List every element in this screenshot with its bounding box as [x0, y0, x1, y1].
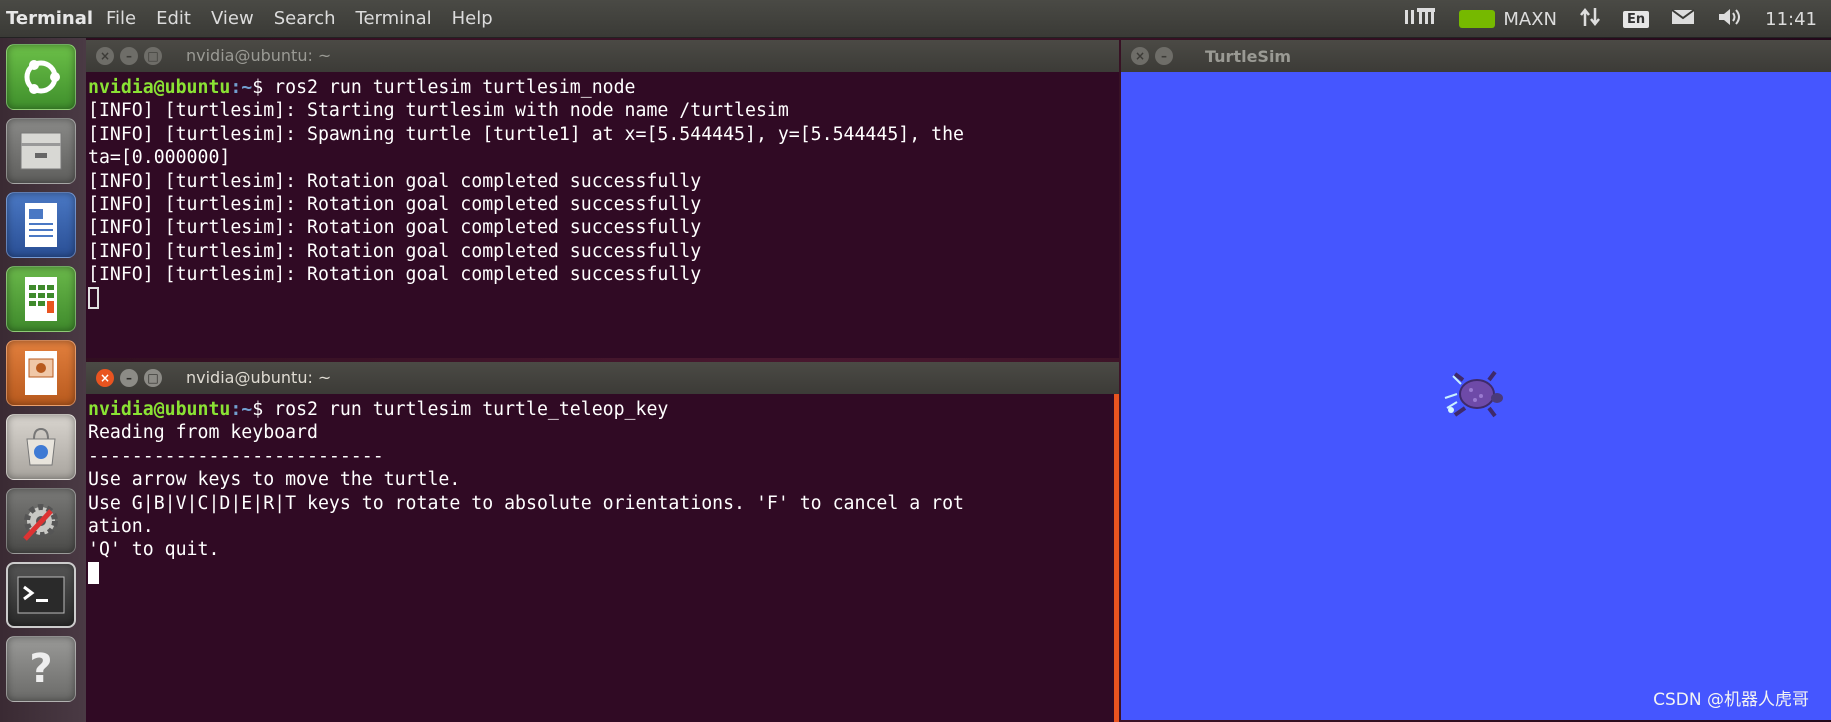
turtle-icon [1444, 370, 1503, 418]
minimize-icon[interactable]: – [120, 47, 138, 65]
prompt-path: :~ [230, 77, 253, 98]
output-line: [INFO] [turtlesim]: Rotation goal comple… [88, 170, 702, 192]
spreadsheet-icon [25, 277, 57, 321]
terminal-window-teleop-key[interactable]: × – □ nvidia@ubuntu: ~ nvidia@ubuntu:~$ … [86, 362, 1119, 722]
terminal-launcher-button[interactable] [6, 562, 76, 628]
window-title: nvidia@ubuntu: ~ [186, 368, 332, 388]
software-center-button[interactable] [6, 414, 76, 480]
file-cabinet-icon [20, 132, 62, 170]
window-title: nvidia@ubuntu: ~ [186, 46, 332, 66]
prompt-user: nvidia@ubuntu [88, 399, 231, 420]
power-mode-label: MAXN [1503, 8, 1557, 30]
output-line: ta=[0.000000] [88, 147, 231, 169]
output-line: 'Q' to quit. [88, 539, 220, 561]
menu-search[interactable]: Search [264, 8, 346, 29]
nvidia-icon [1459, 10, 1496, 28]
top-panel: Terminal File Edit View Search Terminal … [0, 0, 1831, 38]
turtlesim-window[interactable]: × – TurtleSim CSDN @机器人虎哥 [1121, 40, 1831, 720]
output-line: Use arrow keys to move the turtle. [88, 469, 461, 491]
calc-button[interactable] [6, 266, 76, 332]
watermark: CSDN @机器人虎哥 [1653, 690, 1809, 710]
prompt-user: nvidia@ubuntu [88, 77, 231, 98]
files-button[interactable] [6, 118, 76, 184]
output-line: Use G|B|V|C|D|E|R|T keys to rotate to ab… [88, 492, 964, 514]
terminal-window-turtlesim-node[interactable]: × – □ nvidia@ubuntu: ~ nvidia@ubuntu:~$ … [86, 40, 1119, 358]
prompt-path: :~ [230, 399, 253, 420]
question-mark-icon: ? [29, 646, 53, 692]
window-title: TurtleSim [1205, 46, 1292, 66]
turtlesim-canvas[interactable]: CSDN @机器人虎哥 [1121, 72, 1831, 720]
output-line: [INFO] [turtlesim]: Rotation goal comple… [88, 240, 702, 262]
terminal1-output[interactable]: nvidia@ubuntu:~$ ros2 run turtlesim turt… [88, 76, 964, 310]
output-line: --------------------------- [88, 445, 384, 467]
transfer-arrows-icon[interactable] [1579, 6, 1601, 33]
menu-help[interactable]: Help [442, 8, 503, 29]
terminal2-titlebar[interactable]: × – □ nvidia@ubuntu: ~ [86, 362, 1119, 394]
settings-gear-icon [23, 504, 58, 541]
output-line: ation. [88, 516, 154, 538]
power-mode-indicator[interactable]: MAXN [1459, 9, 1557, 30]
terminal1-titlebar[interactable]: × – □ nvidia@ubuntu: ~ [86, 40, 1119, 72]
close-icon[interactable]: × [96, 369, 114, 387]
turtlesim-titlebar[interactable]: × – TurtleSim [1121, 40, 1831, 72]
system-tray: MAXN En 11:41 [1403, 0, 1817, 38]
command-line: nvidia@ubuntu:~$ ros2 run turtlesim turt… [88, 76, 964, 99]
presentation-icon [25, 351, 57, 395]
output-line: Reading from keyboard [88, 422, 318, 444]
maximize-icon[interactable]: □ [144, 47, 162, 65]
mail-icon[interactable] [1671, 8, 1695, 31]
impress-button[interactable] [6, 340, 76, 406]
ubuntu-dash-button[interactable] [6, 44, 76, 110]
volume-icon[interactable] [1717, 7, 1743, 32]
active-app-name: Terminal [6, 8, 94, 29]
help-button[interactable]: ? [6, 636, 76, 702]
menu-file[interactable]: File [96, 8, 146, 29]
writer-button[interactable] [6, 192, 76, 258]
launcher: ? [0, 38, 87, 722]
close-icon[interactable]: × [96, 47, 114, 65]
ubuntu-logo-icon [24, 60, 60, 94]
text-cursor [88, 561, 99, 584]
terminal-icon [17, 576, 65, 614]
document-icon [25, 203, 57, 247]
output-line: [INFO] [turtlesim]: Rotation goal comple… [88, 264, 702, 286]
menu-view[interactable]: View [201, 8, 264, 29]
text-cursor [88, 286, 99, 309]
system-settings-button[interactable] [6, 488, 76, 554]
network-icon[interactable] [1403, 6, 1437, 33]
clock[interactable]: 11:41 [1765, 9, 1817, 30]
menu-bar: File Edit View Search Terminal Help [96, 8, 503, 29]
shopping-bag-icon [26, 427, 56, 466]
menu-terminal[interactable]: Terminal [346, 8, 442, 29]
minimize-icon[interactable]: – [1155, 47, 1173, 65]
maximize-icon[interactable]: □ [144, 369, 162, 387]
terminal2-output[interactable]: nvidia@ubuntu:~$ ros2 run turtlesim turt… [88, 398, 964, 585]
output-line: [INFO] [turtlesim]: Spawning turtle [tur… [88, 123, 964, 145]
output-line: [INFO] [turtlesim]: Rotation goal comple… [88, 194, 702, 216]
output-line: [INFO] [turtlesim]: Starting turtlesim w… [88, 100, 789, 122]
menu-edit[interactable]: Edit [146, 8, 201, 29]
close-icon[interactable]: × [1131, 47, 1149, 65]
command-text: $ ros2 run turtlesim turtle_teleop_key [252, 399, 669, 420]
command-line: nvidia@ubuntu:~$ ros2 run turtlesim turt… [88, 398, 964, 421]
command-text: $ ros2 run turtlesim turtlesim_node [252, 77, 636, 98]
keyboard-layout-indicator[interactable]: En [1622, 10, 1650, 28]
minimize-icon[interactable]: – [120, 369, 138, 387]
output-line: [INFO] [turtlesim]: Rotation goal comple… [88, 217, 702, 239]
